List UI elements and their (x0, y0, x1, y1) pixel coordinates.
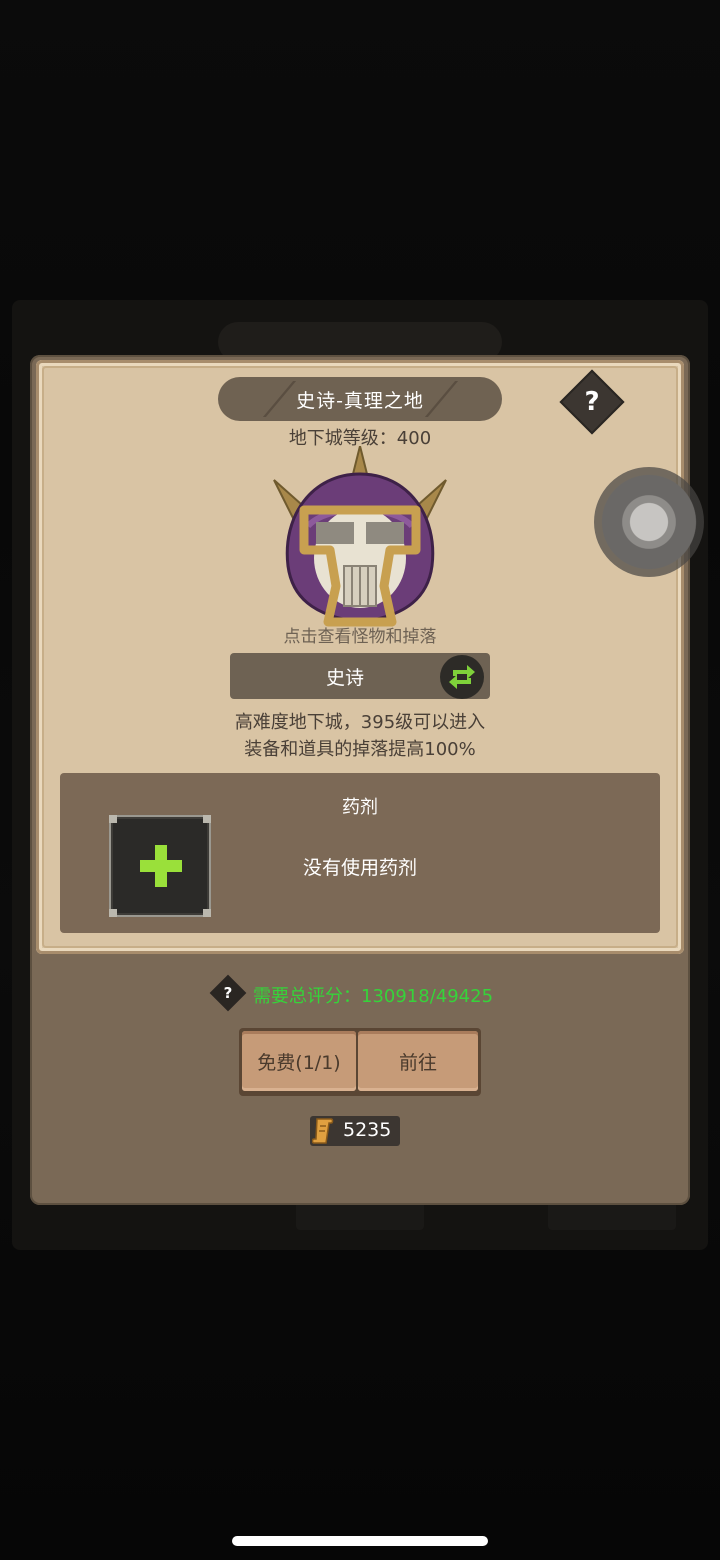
go-button[interactable]: 前往 (358, 1031, 478, 1091)
swap-difficulty-button[interactable] (440, 655, 484, 699)
dungeon-desc-line2: 装备和道具的掉落提高100% (244, 739, 476, 760)
difficulty-label: 史诗 (325, 666, 364, 689)
home-indicator[interactable] (232, 1536, 488, 1546)
help-icon[interactable]: ? (569, 379, 615, 425)
swap-arrows-icon (449, 665, 475, 689)
required-score: 需要总评分：130918/49425 (253, 986, 494, 1007)
banner-decoration (262, 381, 297, 417)
plus-icon (140, 860, 182, 872)
scroll-icon (312, 1118, 334, 1144)
no-potion-text: 没有使用药剂 (302, 857, 417, 879)
purple-helmet-skull-icon[interactable] (268, 446, 452, 630)
potion-title: 药剂 (342, 797, 378, 818)
help-icon[interactable]: ? (215, 980, 241, 1006)
dungeon-desc-line1: 高难度地下城，395级可以进入 (234, 712, 486, 733)
currency-value: 5235 (343, 1119, 392, 1141)
monster-hint[interactable]: 点击查看怪物和掉落 (0, 622, 720, 647)
dungeon-title-banner: 史诗-真理之地 (218, 377, 502, 421)
banner-decoration (424, 381, 459, 417)
add-potion-button[interactable] (109, 815, 211, 917)
slot-corner (109, 909, 117, 917)
slot-corner (203, 815, 211, 823)
dungeon-title: 史诗-真理之地 (296, 389, 424, 412)
slot-corner (203, 909, 211, 917)
floating-assistive-button[interactable] (594, 467, 704, 577)
slot-corner (109, 815, 117, 823)
free-enter-button[interactable]: 免费(1/1) (242, 1031, 356, 1091)
